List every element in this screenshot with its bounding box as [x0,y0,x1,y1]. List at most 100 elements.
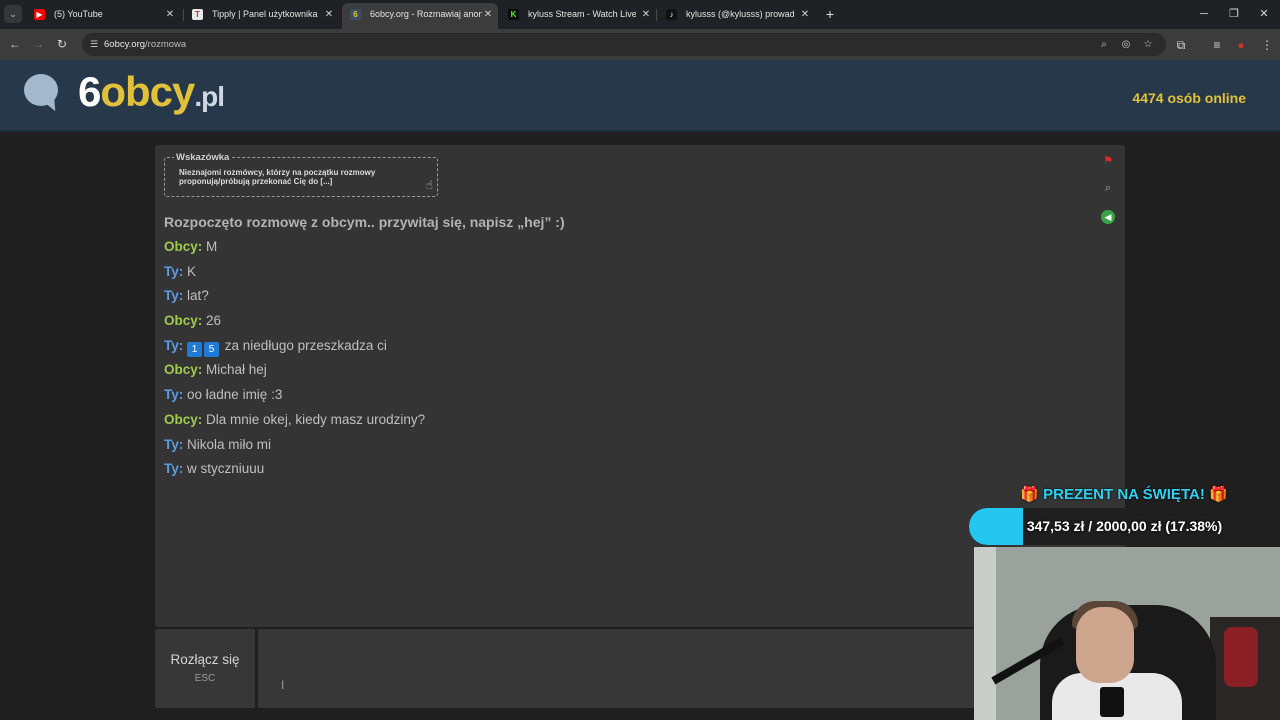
message-text: M [206,239,218,254]
gift-icon: 🎁 [1020,486,1039,503]
back-icon[interactable]: ← [6,35,24,53]
6obcy-icon: 6 [350,9,361,20]
sender-label: Obcy: [164,362,203,378]
keycap-emoji: 5 [204,341,220,357]
new-tab-icon[interactable]: + [822,4,838,24]
chat-message: Ty: lat? [164,287,1064,312]
webcam-feed [974,547,1280,720]
gift-icon: 🎁 [1209,486,1228,503]
donation-title: 🎁 PREZENT NA ŚWIĘTA! 🎁 [968,485,1280,503]
eye-off-icon[interactable]: ◎ [1118,37,1134,52]
hint-text: Nieznajomi rozmówcy, którzy na początku … [179,168,376,186]
donation-goal-widget: 🎁 PREZENT NA ŚWIĘTA! 🎁 347,53 zł / 2000,… [968,482,1280,546]
donation-progress-bar: 347,53 zł / 2000,00 zł (17.38%) [969,508,1280,545]
bookmark-star-icon[interactable]: ☆ [1140,37,1156,52]
webcam-gaming-chair [1210,617,1280,720]
tipply-icon: T [192,9,203,20]
site-info-icon[interactable]: ☰ [88,38,100,50]
tab-title: kylusss (@kylusss) prowadzi LIV [686,9,794,19]
report-flag-icon[interactable]: ⚑ [1101,154,1115,168]
sender-label: Ty: [164,436,184,452]
pointer-hand-icon[interactable]: ☝ [426,178,433,192]
chat-message: Obcy: Dla mnie okej, kiedy masz urodziny… [164,411,1064,436]
url-path: /rozmowa [145,39,187,50]
chat-message: Ty: Nikola miło mi [164,436,1064,461]
message-text: za niedługo przeszkadza ci [224,337,387,353]
disconnect-shortcut: ESC [194,673,216,684]
close-tab-icon[interactable]: ✕ [321,3,337,26]
tab-6obcy[interactable]: 6 6obcy.org - Rozmawiaj anonim [342,3,498,29]
keycap-emoji: 1 [187,341,203,357]
menu-dots-icon[interactable]: ⋮ [1258,36,1276,54]
sender-label: Obcy: [164,313,203,329]
site-logo[interactable]: 6obcy.pl [78,68,225,116]
reload-icon[interactable]: ↻ [53,35,71,53]
sender-label: Ty: [164,263,184,279]
tab-youtube[interactable]: ▶ (5) YouTube [26,3,166,26]
sender-label: Ty: [164,461,184,477]
tiktok-icon: ♪ [666,9,677,20]
close-window-icon[interactable]: ✕ [1250,3,1278,25]
chat-start-message: Rozpoczęto rozmowę z obcym.. przywitaj s… [164,214,565,230]
webcam-door [974,547,996,720]
tab-tiktok[interactable]: ♪ kylusss (@kylusss) prowadzi LIV [658,3,794,26]
disconnect-button[interactable]: Rozłącz się ESC [155,629,255,708]
hint-box[interactable]: Wskazówka Nieznajomi rozmówcy, którzy na… [164,152,438,197]
navigation-bar: ← → ↻ ☰ 6obcy.org/rozmowa ⌕ ◎ ☆ ⧉ ≡ ● ⋮ [0,29,1280,60]
webcam-person-head [1076,607,1134,683]
url-text[interactable]: 6obcy.org/rozmowa [104,33,186,56]
message-text: oo ładne imię :3 [187,387,283,403]
youtube-icon: ▶ [34,9,45,20]
close-tab-icon[interactable]: ✕ [797,3,813,26]
message-text: Nikola miło mi [187,436,272,452]
message-text: w styczniuuu [187,461,265,477]
tab-strip: ⌄ ▶ (5) YouTube ✕ T Tipply | Panel użytk… [0,0,1280,29]
text-cursor-icon: Ι [281,678,285,692]
hint-title: Wskazówka [174,152,232,163]
profile-avatar-icon[interactable]: ● [1232,36,1250,54]
message-list: Rozpoczęto rozmowę z obcym.. przywitaj s… [164,213,1064,485]
tab-title: (5) YouTube [54,9,103,19]
extensions-icon[interactable]: ⧉ [1172,36,1190,54]
donation-title-text: PREZENT NA ŚWIĘTA! [1043,486,1205,503]
close-tab-icon[interactable]: ✕ [480,3,496,26]
close-tab-icon[interactable]: ✕ [638,3,654,26]
url-host: 6obcy.org [104,39,146,50]
sender-label: Obcy: [164,411,203,427]
address-bar[interactable]: ☰ 6obcy.org/rozmowa ⌕ ◎ ☆ [82,33,1166,56]
site-header: 6obcy.pl 4474 osób online [0,60,1280,132]
chat-message: Ty: K [164,263,1064,288]
tab-tipply[interactable]: T Tipply | Panel użytkownika [184,3,324,26]
tab-title: Tipply | Panel użytkownika [212,9,318,19]
search-icon[interactable]: ⌕ [1101,181,1115,195]
tab-title: kyluss Stream - Watch Live on K [528,9,636,19]
logo-highlight: obcy [100,68,195,115]
tab-separator [656,9,657,21]
forward-icon[interactable]: → [29,35,47,53]
message-input[interactable] [258,629,1075,708]
sound-toggle-icon[interactable]: ◀ [1101,210,1115,224]
tab-kick[interactable]: K kyluss Stream - Watch Live on K [500,3,636,26]
tab-search-icon[interactable]: ⌄ [4,5,22,23]
logo-prefix: 6 [78,68,101,115]
chat-message: Obcy: 26 [164,312,1064,337]
logo-suffix: .pl [194,81,225,112]
message-text: lat? [187,288,209,304]
media-controls-icon[interactable]: ≡ [1208,36,1226,54]
restore-icon[interactable]: ❐ [1220,3,1248,25]
message-text: Dla mnie okej, kiedy masz urodziny? [206,411,426,427]
sender-label: Ty: [164,387,184,403]
kick-icon: K [508,9,519,20]
sender-label: Obcy: [164,239,203,254]
message-text: Michał hej [206,362,267,378]
chat-message: Ty: w styczniuuu [164,460,1064,485]
minimize-icon[interactable]: ─ [1190,3,1218,25]
chat-message: Ty: 15 za niedługo przeszkadza ci [164,337,1064,362]
online-count: 4474 osób online [1132,90,1246,106]
close-tab-icon[interactable]: ✕ [162,3,178,26]
webcam-phone [1100,687,1124,717]
tab-title: 6obcy.org - Rozmawiaj anonim [370,9,482,19]
sender-label: Ty: [164,337,184,353]
zoom-icon[interactable]: ⌕ [1096,37,1112,52]
message-text: 26 [206,313,222,329]
